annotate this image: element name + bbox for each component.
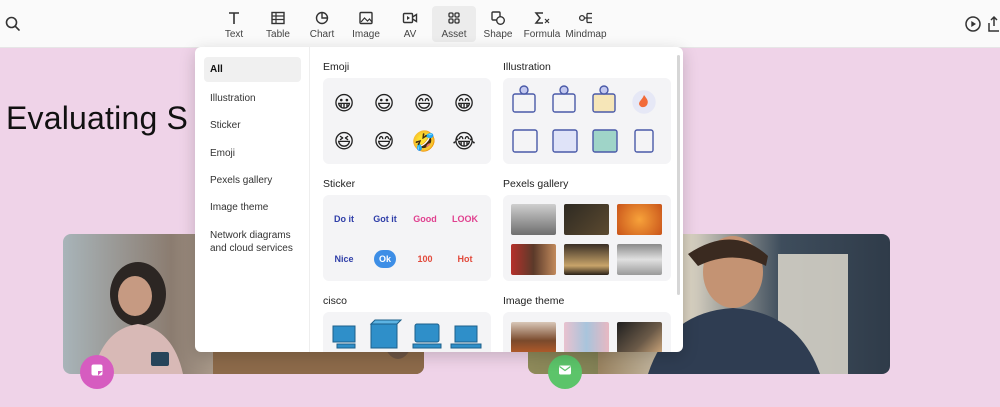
share-icon[interactable] (988, 15, 1000, 33)
section-title-illustration: Illustration (503, 61, 551, 73)
tool-formula[interactable]: Formula (520, 6, 564, 42)
emoji-item[interactable]: 😁 (451, 90, 477, 116)
tool-label: Asset (441, 29, 467, 40)
formula-icon (533, 9, 551, 27)
asset-category-list: All Illustration Sticker Emoji Pexels ga… (195, 47, 310, 352)
tool-label: Image (352, 29, 380, 40)
image-theme-card[interactable] (503, 312, 671, 352)
slide-title[interactable]: Evaluating S (6, 100, 188, 137)
category-pexels-gallery[interactable]: Pexels gallery (204, 173, 301, 187)
tool-av[interactable]: AV (388, 6, 432, 42)
emoji-item[interactable]: 😅 (371, 128, 397, 154)
tool-label: Table (266, 29, 290, 40)
sticker-item[interactable]: 100 (408, 250, 442, 268)
emoji-item[interactable]: 😂 (451, 128, 477, 154)
tool-text[interactable]: Text (212, 6, 256, 42)
note-fab-button[interactable] (80, 355, 114, 389)
category-network-diagrams[interactable]: Network diagrams and cloud services (204, 228, 301, 256)
tool-label: Shape (483, 29, 513, 40)
theme-thumb[interactable] (564, 322, 609, 352)
search-icon[interactable] (4, 15, 22, 33)
mail-fab-button[interactable] (548, 355, 582, 389)
asset-panel-scrollbar[interactable] (677, 55, 680, 295)
category-image-theme[interactable]: Image theme (204, 200, 301, 214)
tool-chart[interactable]: Chart (300, 6, 344, 42)
tool-label: Formula (523, 29, 561, 40)
tool-label: Mindmap (565, 29, 607, 40)
mindmap-icon (578, 9, 594, 27)
tool-table[interactable]: Table (256, 6, 300, 42)
insert-tools: Text Table Chart Image AV Asset Shape Fo… (212, 6, 608, 44)
tool-label: Chart (309, 29, 335, 40)
sticker-item[interactable]: Good (408, 210, 442, 228)
tool-shape[interactable]: Shape (476, 6, 520, 42)
emoji-item[interactable]: 😃 (371, 90, 397, 116)
emoji-item[interactable]: 😀 (331, 90, 357, 116)
category-all[interactable]: All (204, 57, 301, 82)
chart-icon (314, 9, 330, 27)
pexels-thumb[interactable] (564, 244, 609, 275)
video-icon (402, 9, 418, 27)
cisco-card[interactable] (323, 312, 491, 352)
sticker-item[interactable]: Nice (327, 250, 361, 268)
tool-image[interactable]: Image (344, 6, 388, 42)
emoji-card[interactable]: 😀 😃 😄 😁 😆 😅 🤣 😂 (323, 78, 491, 164)
illustration-thumb (512, 85, 656, 153)
category-sticker[interactable]: Sticker (204, 118, 301, 132)
tool-label: Text (224, 29, 244, 40)
pexels-gallery-card[interactable] (503, 195, 671, 281)
emoji-item[interactable]: 🤣 (411, 128, 437, 154)
illustration-card[interactable] (503, 78, 671, 164)
image-icon (358, 9, 374, 27)
shape-icon (490, 9, 506, 27)
sticker-item[interactable]: Do it (327, 210, 361, 228)
asset-icon (446, 9, 462, 27)
sticker-item[interactable]: Got it (368, 210, 402, 228)
category-emoji[interactable]: Emoji (204, 146, 301, 160)
sticker-item[interactable]: LOOK (448, 210, 482, 228)
sticker-item[interactable]: Ok (374, 250, 396, 268)
play-icon[interactable] (964, 15, 982, 33)
pexels-thumb[interactable] (617, 204, 662, 235)
asset-panel: All Illustration Sticker Emoji Pexels ga… (195, 47, 683, 352)
top-toolbar: Text Table Chart Image AV Asset Shape Fo… (0, 0, 1000, 48)
pexels-thumb[interactable] (564, 204, 609, 235)
section-title-emoji: Emoji (323, 61, 350, 73)
pexels-thumb[interactable] (617, 244, 662, 275)
section-title-image-theme: Image theme (503, 295, 565, 307)
tool-label: AV (403, 29, 417, 40)
sticker-item[interactable]: Hot (448, 250, 482, 268)
note-icon (90, 363, 104, 382)
pexels-thumb[interactable] (511, 244, 556, 275)
cisco-device-icons (332, 319, 482, 349)
sticker-card[interactable]: Do it Got it Good LOOK Nice Ok 100 Hot (323, 195, 491, 281)
tool-asset[interactable]: Asset (432, 6, 476, 42)
text-icon (226, 9, 242, 27)
section-title-sticker: Sticker (323, 178, 356, 190)
section-title-cisco: cisco (323, 295, 347, 307)
pexels-thumb[interactable] (511, 204, 556, 235)
emoji-item[interactable]: 😄 (411, 90, 437, 116)
table-icon (270, 9, 286, 27)
section-title-pexels-gallery: Pexels gallery (503, 178, 569, 190)
theme-thumb[interactable] (617, 322, 662, 352)
mail-icon (558, 363, 572, 381)
theme-thumb[interactable] (511, 322, 556, 352)
emoji-item[interactable]: 😆 (331, 128, 357, 154)
category-illustration[interactable]: Illustration (204, 91, 301, 105)
tool-mindmap[interactable]: Mindmap (564, 6, 608, 42)
